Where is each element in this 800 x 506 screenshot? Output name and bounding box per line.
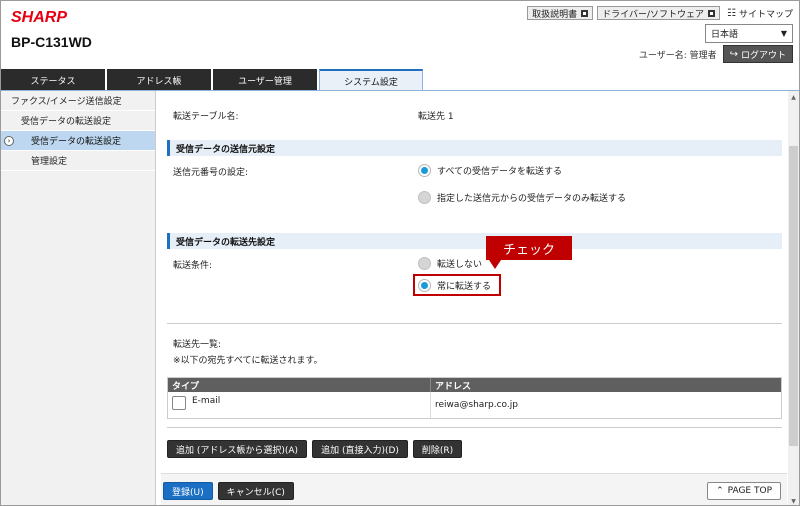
model-name: BP-C131WD [11,34,92,50]
manual-link[interactable]: 取扱説明書 [527,6,594,20]
user-row: ユーザー名: 管理者 ↪ ログアウト [639,45,793,63]
page-top-button[interactable]: ⌃ PAGE TOP [707,482,781,500]
language-select[interactable]: 日本語 ▼ [705,24,793,43]
external-link-icon [708,9,716,17]
radio-selected-icon [418,164,431,177]
main-tabs: ステータス アドレス帳 ユーザー管理 システム設定 [1,69,799,91]
scroll-up-icon[interactable]: ▲ [789,93,798,101]
tab-status[interactable]: ステータス [1,69,105,91]
highlight-box [413,274,501,296]
logout-button[interactable]: ↪ ログアウト [722,45,793,63]
cell-type-value: E-mail [192,396,221,406]
column-header-type: タイプ [168,378,431,392]
external-link-icon [581,9,589,17]
radio-forward-specified[interactable]: 指定した送信元からの受信データのみ転送する [418,191,626,204]
cell-address: reiwa@sharp.co.jp [435,400,518,410]
footer-actions: 登録(U) キャンセル(C) [163,482,294,500]
table-name-label: 転送テーブル名: [173,112,239,122]
radio-forward-all-label: すべての受信データを転送する [437,167,563,177]
user-name: ユーザー名: 管理者 [638,50,717,61]
sidebar-item-fax-image[interactable]: ファクス/イメージ送信設定 [1,91,155,111]
header: SHARP BP-C131WD 取扱説明書 ドライバー/ソフトウェア ☷ サイト… [1,1,799,69]
add-from-address-book-button[interactable]: 追加 (アドレス帳から選択)(A) [167,440,308,458]
table-row: E-mail reiwa@sharp.co.jp [168,392,781,418]
dest-section-heading: 受信データの転送先設定 [167,233,782,249]
logout-icon: ↪ [729,48,738,60]
sitemap-label: サイトマップ [738,9,793,20]
brand-logo: SHARP [11,9,68,26]
sender-number-label: 送信元番号の設定: [173,168,249,178]
radio-unselected-icon [418,257,431,270]
table-divider [167,427,782,428]
sidebar-item-forward-settings-active[interactable]: › 受信データの転送設定 [1,131,155,151]
add-direct-input-button[interactable]: 追加 (直接入力)(D) [312,440,408,458]
sidebar: ファクス/イメージ送信設定 受信データの転送設定 › 受信データの転送設定 管理… [1,91,156,505]
dest-list-label: 転送先一覧: [173,340,222,350]
cancel-button[interactable]: キャンセル(C) [217,482,294,500]
driver-link-label: ドライバー/ソフトウェア [602,9,705,20]
register-button[interactable]: 登録(U) [163,482,213,500]
column-header-address: アドレス [435,381,472,392]
manual-link-label: 取扱説明書 [532,9,578,20]
delete-button[interactable]: 削除(R) [412,440,463,458]
destination-table: タイプ アドレス E-mail reiwa@sharp.co.jp [167,377,782,419]
table-actions: 追加 (アドレス帳から選択)(A) 追加 (直接入力)(D) 削除(R) [167,440,463,458]
scroll-thumb[interactable] [789,146,798,446]
chevron-right-icon: › [4,136,14,146]
callout-check: チェック [486,236,572,260]
dest-list-note: ※以下の宛先すべてに転送されます。 [173,356,323,366]
radio-no-forward-label: 転送しない [437,260,483,270]
tab-address-book[interactable]: アドレス帳 [107,69,211,91]
cell-type: E-mail [168,392,431,418]
condition-label: 転送条件: [173,261,213,271]
tab-user-management[interactable]: ユーザー管理 [213,69,317,91]
chevron-up-icon: ⌃ [716,486,724,496]
sender-section-heading: 受信データの送信元設定 [167,140,782,156]
main-content: 転送テーブル名: 転送先 1 受信データの送信元設定 送信元番号の設定: すべて… [161,91,787,505]
sitemap-link[interactable]: ☷ サイトマップ [724,7,793,20]
driver-link[interactable]: ドライバー/ソフトウェア [597,6,721,20]
sidebar-item-label: 受信データの転送設定 [31,137,122,147]
radio-forward-all[interactable]: すべての受信データを転送する [418,164,562,177]
callout-tail [489,260,501,269]
top-links: 取扱説明書 ドライバー/ソフトウェア ☷ サイトマップ [527,6,793,20]
radio-unselected-icon [418,191,431,204]
radio-forward-specified-label: 指定した送信元からの受信データのみ転送する [437,194,627,204]
tab-system-settings[interactable]: システム設定 [319,69,423,91]
scroll-down-icon[interactable]: ▼ [789,497,798,505]
page-top-label: PAGE TOP [727,486,772,496]
row-checkbox[interactable] [172,396,186,410]
vertical-scrollbar[interactable]: ▲ ▼ [788,91,799,505]
sidebar-item-forward-settings[interactable]: 受信データの転送設定 [1,111,155,131]
sitemap-icon: ☷ [727,7,736,19]
radio-no-forward[interactable]: 転送しない [418,257,482,270]
table-name-value: 転送先 1 [418,112,454,122]
table-header: タイプ アドレス [168,378,781,392]
footer-bar: 登録(U) キャンセル(C) ⌃ PAGE TOP [161,473,787,505]
language-value: 日本語 [711,30,739,40]
app-frame: SHARP BP-C131WD 取扱説明書 ドライバー/ソフトウェア ☷ サイト… [0,0,800,506]
section-divider [167,323,782,324]
sidebar-item-admin-settings[interactable]: 管理設定 [1,151,155,171]
chevron-down-icon: ▼ [780,29,787,38]
logout-label: ログアウト [740,50,786,61]
